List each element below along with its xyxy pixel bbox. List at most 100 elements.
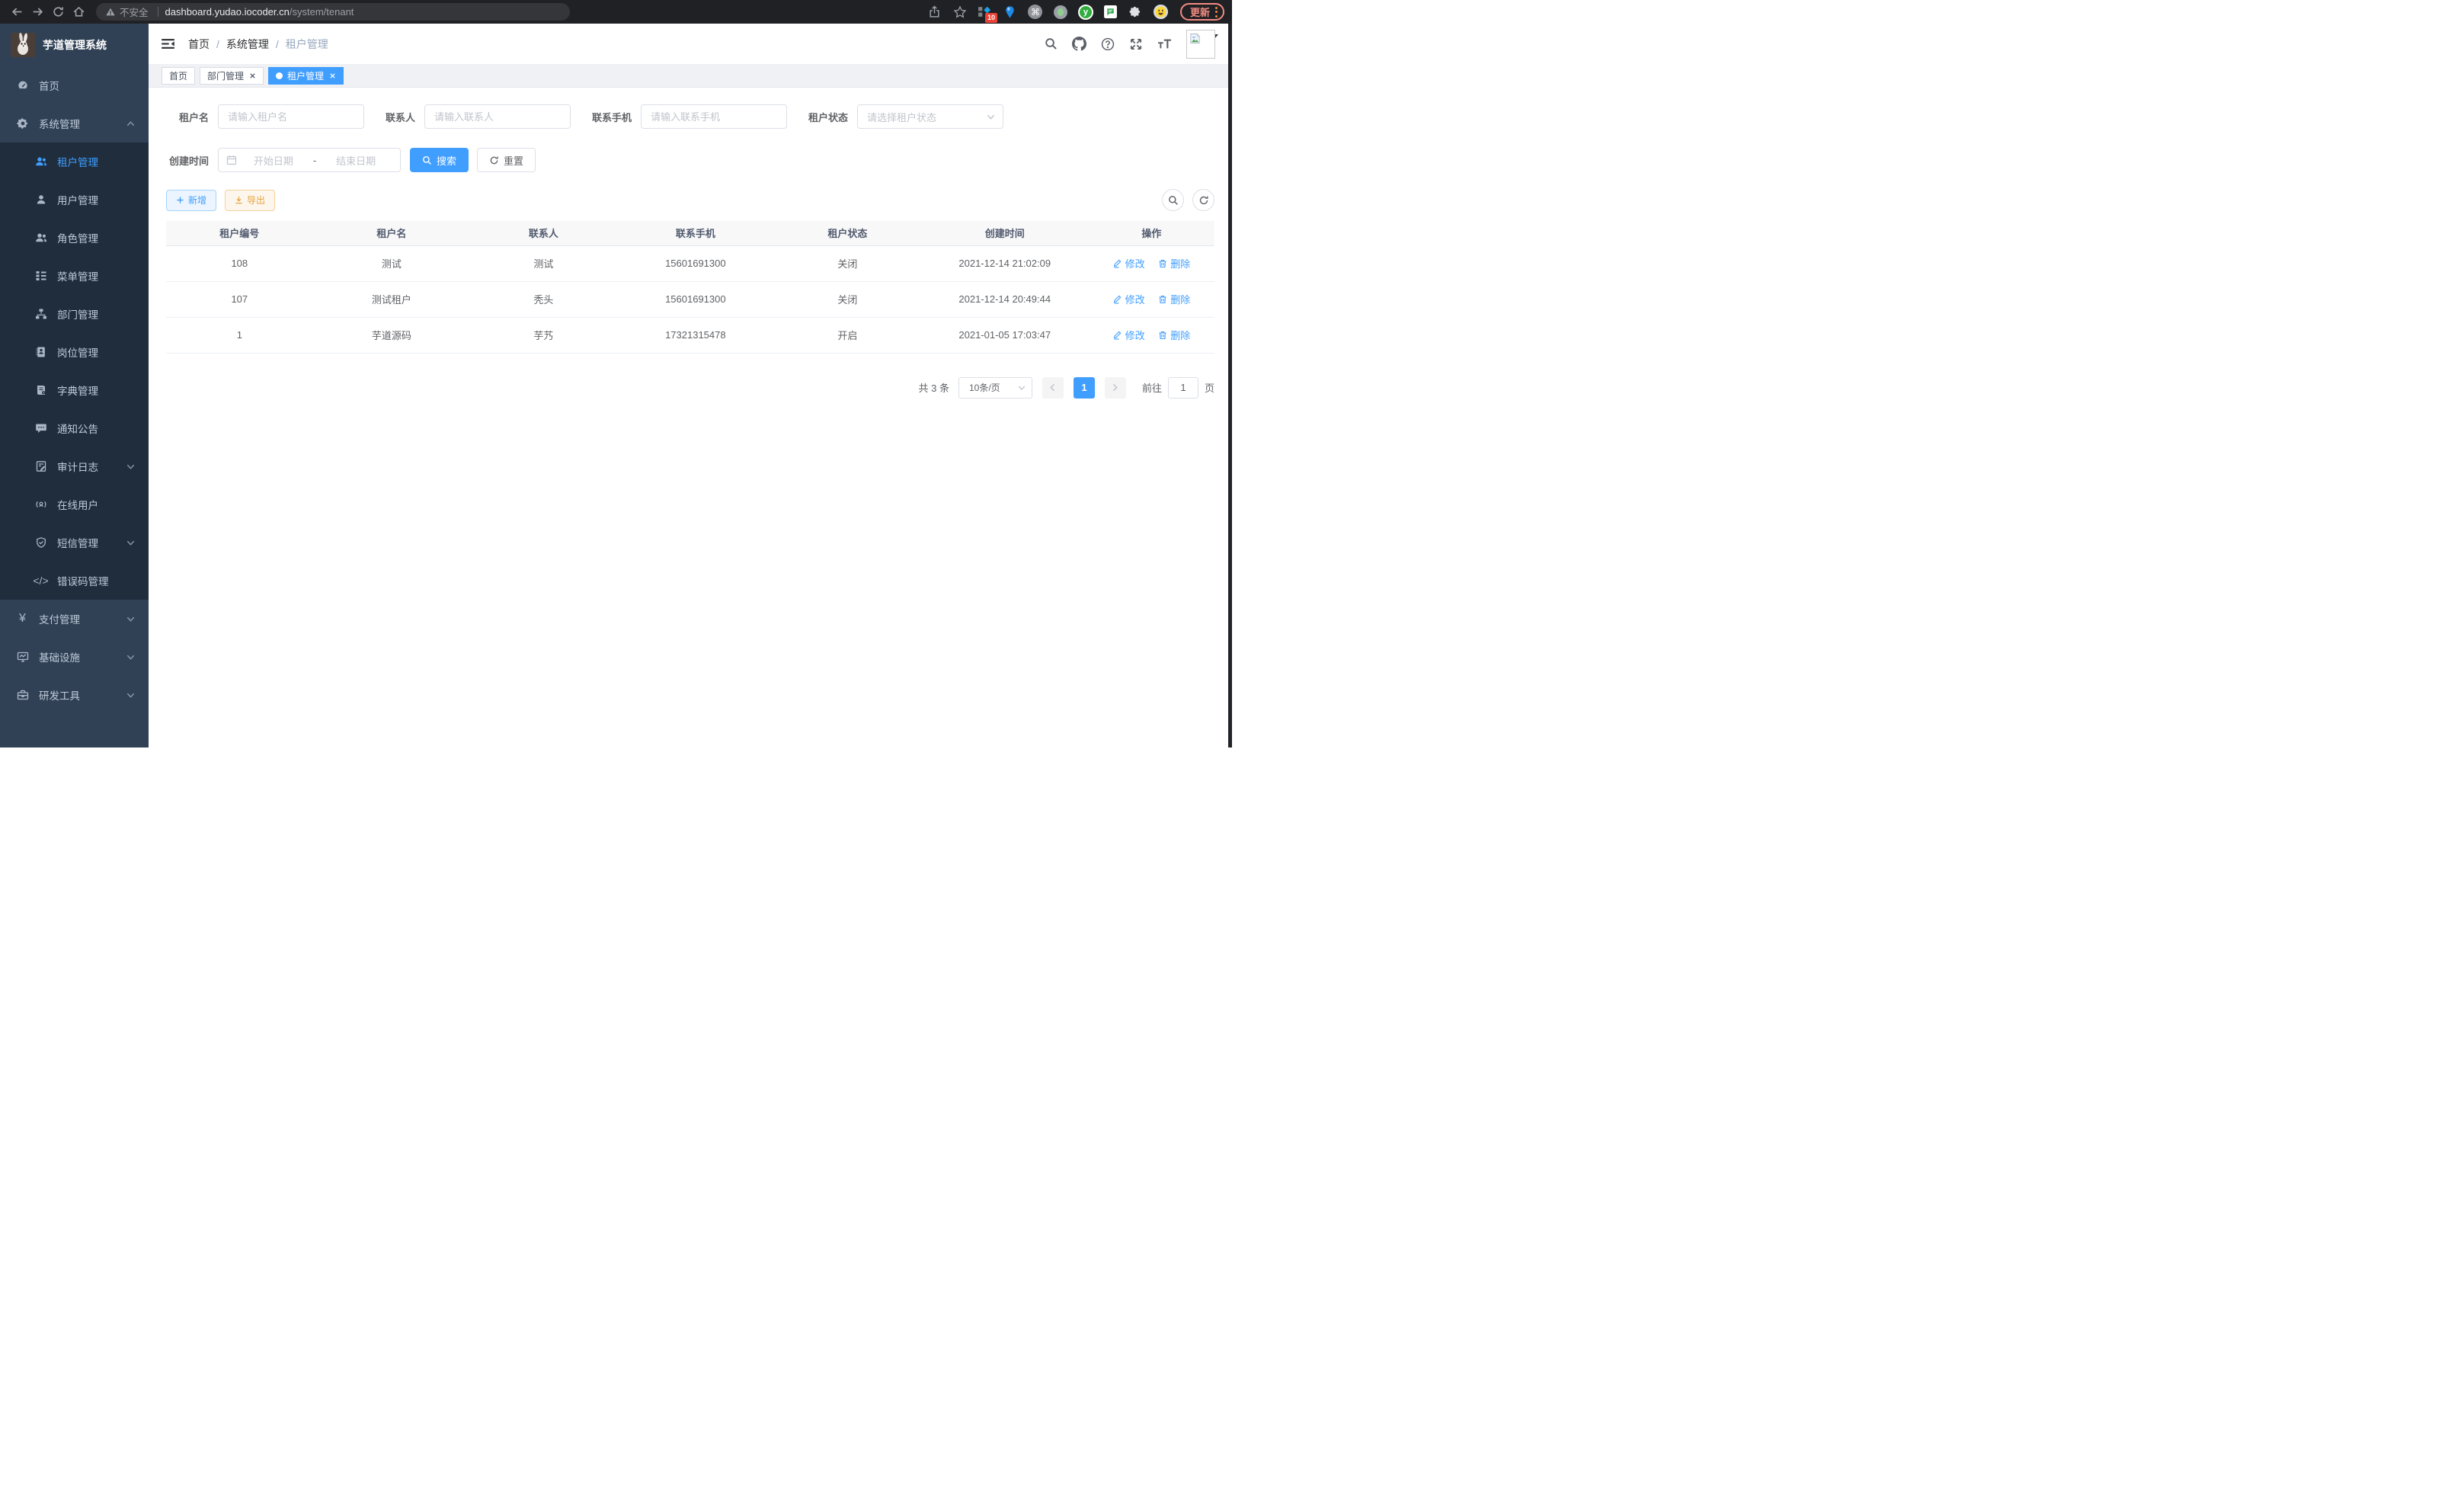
trash-icon (1158, 259, 1167, 268)
help-button[interactable] (1101, 37, 1115, 51)
add-button[interactable]: 新增 (166, 190, 216, 211)
delete-link[interactable]: 删除 (1158, 256, 1190, 271)
extension-chat-icon (1103, 5, 1118, 19)
sidebar-item-tenant[interactable]: 租户管理 (0, 142, 149, 181)
table-header-row: 租户编号 租户名 联系人 联系手机 租户状态 创建时间 操作 (166, 221, 1214, 245)
extension-balloon-icon (1003, 5, 1016, 19)
contact-input[interactable] (424, 104, 571, 129)
edit-link[interactable]: 修改 (1113, 328, 1145, 342)
browser-actions: 10 ⌘ y 更新 (926, 3, 1224, 21)
reset-button[interactable]: 重置 (477, 148, 536, 172)
chevron-down-icon (126, 463, 135, 471)
extension-balloon-button[interactable] (1002, 4, 1019, 21)
date-range-picker[interactable]: 开始日期 - 结束日期 (218, 148, 401, 172)
bookmark-star-button[interactable] (952, 4, 968, 21)
refresh-table-button[interactable] (1192, 189, 1214, 211)
sidebar-item-home[interactable]: 首页 (0, 66, 149, 104)
tab-home[interactable]: 首页 (162, 67, 195, 85)
sidebar-item-post[interactable]: 岗位管理 (0, 333, 149, 371)
home-button[interactable] (69, 2, 88, 21)
sidebar-item-sms[interactable]: 短信管理 (0, 523, 149, 562)
top-navbar: 首页 / 系统管理 / 租户管理 (149, 24, 1232, 64)
download-icon (235, 196, 243, 204)
navbar-actions (1045, 30, 1218, 59)
sidebar-item-notice[interactable]: 通知公告 (0, 409, 149, 447)
sidebar-item-dev-tools[interactable]: 研发工具 (0, 676, 149, 714)
prev-page-button[interactable] (1042, 377, 1064, 399)
trash-icon (1158, 295, 1167, 304)
reload-button[interactable] (49, 2, 68, 21)
extension-yudao-button[interactable]: y (1077, 4, 1094, 21)
export-button[interactable]: 导出 (225, 190, 275, 211)
sidebar-item-dept[interactable]: 部门管理 (0, 295, 149, 333)
edit-link[interactable]: 修改 (1113, 292, 1145, 306)
page-size-select[interactable]: 10条/页 (958, 377, 1032, 399)
extension-command-button[interactable]: ⌘ (1027, 4, 1044, 21)
chevron-down-icon (126, 691, 135, 699)
sidebar-item-system[interactable]: 系统管理 (0, 104, 149, 142)
sidebar-item-role[interactable]: 角色管理 (0, 219, 149, 257)
header-search-button[interactable] (1045, 37, 1058, 50)
user-avatar[interactable] (1186, 30, 1215, 59)
main-area: 首页 / 系统管理 / 租户管理 (149, 24, 1232, 748)
extensions-puzzle-button[interactable] (1128, 4, 1144, 21)
col-contact: 联系人 (470, 221, 617, 245)
close-icon[interactable] (249, 72, 256, 79)
mobile-input[interactable] (641, 104, 787, 129)
toggle-search-button[interactable] (1162, 189, 1184, 211)
update-label: 更新 (1190, 5, 1210, 19)
fullscreen-button[interactable] (1129, 37, 1143, 51)
tab-dept[interactable]: 部门管理 (200, 67, 264, 85)
chrome-update-button[interactable]: 更新 (1180, 3, 1224, 21)
sidebar-item-error-code[interactable]: </> 错误码管理 (0, 562, 149, 600)
delete-link[interactable]: 删除 (1158, 328, 1190, 342)
extension-diamond-button[interactable]: 10 (977, 4, 994, 21)
col-created: 创建时间 (921, 221, 1089, 245)
sidebar-toggle-button[interactable] (161, 37, 175, 51)
goto-page-input[interactable] (1168, 377, 1198, 399)
sidebar-item-label: 研发工具 (39, 687, 80, 703)
profile-avatar-button[interactable] (1153, 4, 1170, 21)
sidebar-item-audit-log[interactable]: 审计日志 (0, 447, 149, 485)
back-button[interactable] (8, 2, 27, 21)
sidebar-submenu-system: 租户管理 用户管理 角色管理 菜单管理 (0, 142, 149, 600)
window-scrollbar-gutter[interactable] (1228, 24, 1232, 748)
status-select[interactable]: 请选择租户状态 (857, 104, 1003, 129)
app-logo[interactable]: 芋道管理系统 (0, 24, 149, 66)
sidebar-item-dict[interactable]: 字典管理 (0, 371, 149, 409)
github-button[interactable] (1072, 37, 1086, 51)
address-bar[interactable]: 不安全 dashboard.yudao.iocoder.cn/system/te… (96, 3, 570, 21)
sidebar-item-online-user[interactable]: 在线用户 (0, 485, 149, 523)
hamburger-fold-icon (161, 37, 175, 51)
breadcrumb-system[interactable]: 系统管理 (226, 37, 269, 52)
search-button[interactable]: 搜索 (410, 148, 469, 172)
cell-tenant-name: 测试租户 (313, 281, 470, 317)
sidebar-item-user[interactable]: 用户管理 (0, 181, 149, 219)
next-page-button[interactable] (1105, 377, 1126, 399)
tab-tenant[interactable]: 租户管理 (268, 67, 344, 85)
extension-chat-button[interactable] (1102, 4, 1119, 21)
sms-shield-icon (34, 536, 48, 549)
filter-mobile: 联系手机 (592, 104, 787, 129)
chevron-down-icon (987, 113, 995, 121)
dashboard-icon (15, 79, 30, 92)
sidebar-item-menu[interactable]: 菜单管理 (0, 257, 149, 295)
sidebar-item-infra[interactable]: 基础设施 (0, 638, 149, 676)
plus-icon (176, 196, 184, 204)
extension-dot-button[interactable] (1052, 4, 1069, 21)
page-1-button[interactable]: 1 (1074, 377, 1095, 399)
total-count-label: 共 3 条 (919, 380, 949, 395)
sidebar-item-pay[interactable]: ¥ 支付管理 (0, 600, 149, 638)
tenant-name-input[interactable] (218, 104, 364, 129)
cell-contact: 测试 (470, 245, 617, 281)
font-size-button[interactable] (1157, 37, 1172, 50)
edit-link[interactable]: 修改 (1113, 256, 1145, 271)
share-button[interactable] (926, 4, 943, 21)
delete-link[interactable]: 删除 (1158, 292, 1190, 306)
sidebar-item-label: 部门管理 (57, 306, 98, 322)
close-icon[interactable] (329, 72, 336, 79)
breadcrumb-home[interactable]: 首页 (188, 37, 210, 52)
active-dot (276, 72, 283, 79)
star-icon (953, 5, 967, 19)
forward-button[interactable] (28, 2, 47, 21)
